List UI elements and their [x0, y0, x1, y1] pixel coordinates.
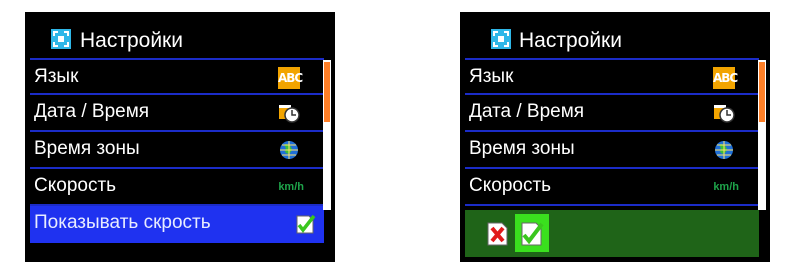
scrollbar[interactable] [758, 60, 766, 210]
menu-item-label: Время зоны [469, 138, 575, 159]
menu-item-language[interactable]: Язык ABC [465, 58, 759, 95]
calendar-clock-icon [714, 105, 735, 123]
confirm-button[interactable] [515, 214, 549, 252]
settings-screen-right: Настройки Язык ABC Дата / Время Время зо… [460, 12, 770, 262]
globe-icon [280, 141, 298, 159]
menu-item-label: Дата / Время [34, 101, 150, 122]
scrollbar-thumb[interactable] [759, 62, 765, 122]
calendar-clock-icon [279, 105, 300, 123]
green-check-icon [521, 222, 544, 246]
menu-item-label: Язык [469, 66, 514, 87]
menu-item-label: Скорость [469, 175, 552, 196]
checkbox-check-icon [296, 214, 316, 234]
menu-item-date-time[interactable]: Дата / Время [465, 95, 759, 132]
title-bar: Настройки [460, 12, 770, 58]
globe-icon [715, 141, 733, 159]
menu-item-show-speed[interactable]: Показывать скрость [30, 206, 324, 243]
scrollbar-thumb[interactable] [324, 62, 330, 122]
settings-menu: Язык ABC Дата / Время Время зоны Скорост… [30, 58, 324, 243]
menu-item-label: Дата / Время [469, 101, 585, 122]
confirm-bar [465, 210, 759, 257]
menu-item-date-time[interactable]: Дата / Время [30, 95, 324, 132]
title-bar: Настройки [25, 12, 335, 58]
menu-item-language[interactable]: Язык ABC [30, 58, 324, 95]
cancel-button[interactable] [481, 214, 515, 252]
scrollbar[interactable] [323, 60, 331, 210]
kmh-icon: km/h [278, 181, 304, 193]
menu-item-speed[interactable]: Скорость km/h [30, 169, 324, 206]
page-title: Настройки [80, 29, 183, 52]
settings-icon [491, 29, 511, 49]
menu-item-speed[interactable]: Скорость km/h [465, 169, 759, 206]
abc-language-icon: ABC [278, 67, 303, 89]
settings-icon [51, 29, 71, 49]
menu-item-label: Показывать скрость [34, 212, 211, 233]
menu-item-time-zone[interactable]: Время зоны [465, 132, 759, 169]
menu-item-time-zone[interactable]: Время зоны [30, 132, 324, 169]
page-title: Настройки [519, 29, 622, 52]
settings-screen-left: Настройки Язык ABC Дата / Время Время зо… [25, 12, 335, 262]
kmh-icon: km/h [713, 181, 739, 193]
abc-language-icon: ABC [713, 67, 738, 89]
menu-item-label: Скорость [34, 175, 117, 196]
menu-item-label: Язык [34, 66, 79, 87]
red-x-icon [487, 222, 508, 246]
settings-menu: Язык ABC Дата / Время Время зоны Скорост… [465, 58, 759, 206]
menu-item-label: Время зоны [34, 138, 140, 159]
